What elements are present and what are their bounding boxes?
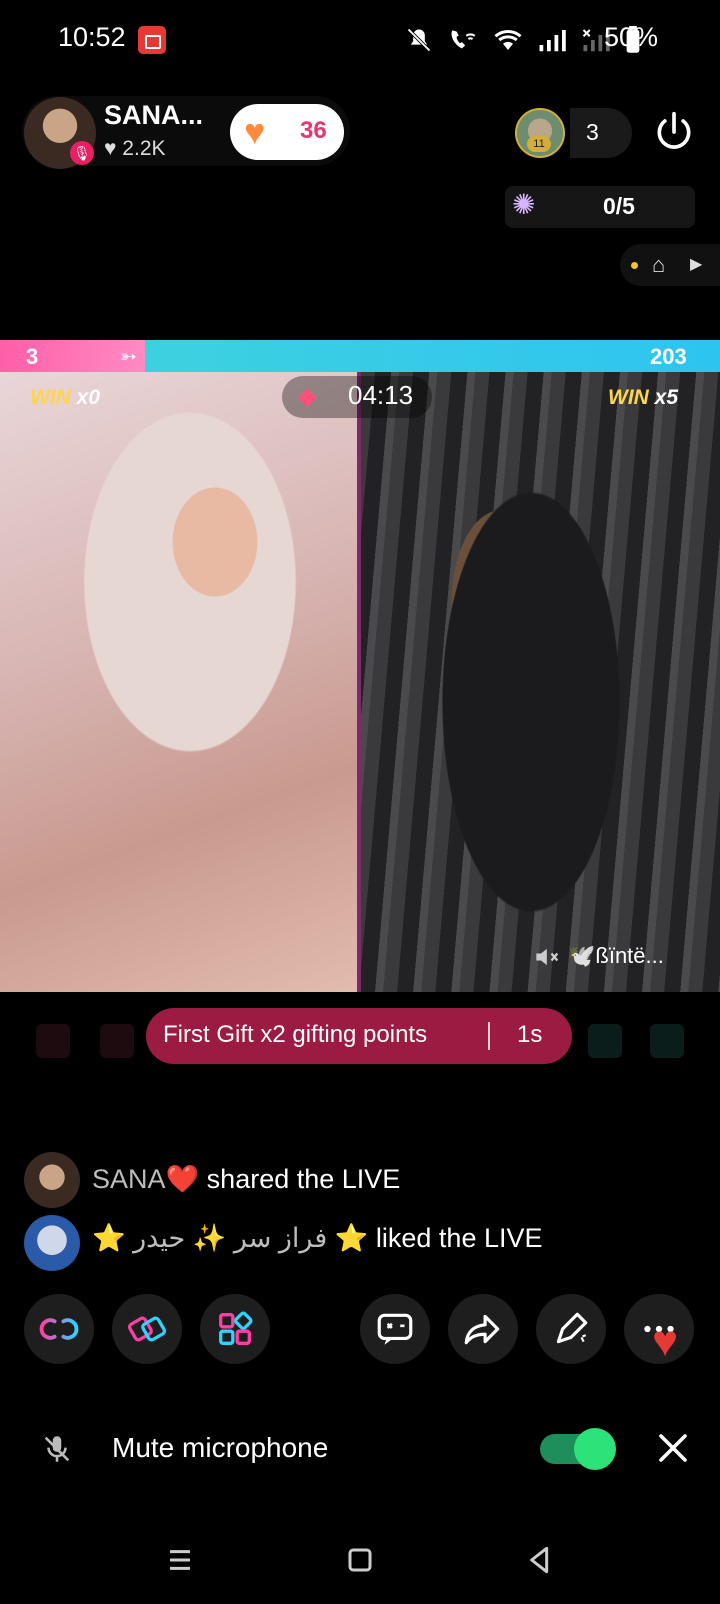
guest-seat[interactable] — [650, 1024, 684, 1058]
menu-icon[interactable] — [160, 1540, 200, 1580]
fan-club-progress: 0/5 — [603, 193, 635, 219]
host-likes: ♥ 2.2K — [104, 137, 166, 160]
microphone-off-icon — [44, 1436, 70, 1462]
home-icon[interactable] — [340, 1540, 380, 1580]
chat-action: liked the LIVE — [375, 1223, 543, 1253]
follow-count: 36 — [300, 117, 327, 144]
host-name[interactable]: SANA... — [104, 100, 203, 131]
sparkle-icon: ✺ — [512, 189, 536, 220]
link-icon — [39, 1318, 79, 1340]
share-button[interactable] — [448, 1294, 518, 1364]
apps-icon — [219, 1311, 253, 1345]
guest-seat[interactable] — [100, 1024, 134, 1058]
chat-message: SANA❤️ shared the LIVE — [92, 1163, 400, 1195]
star-icon: ⭐ — [92, 1223, 126, 1253]
battle-bar-right — [145, 340, 720, 372]
notification-dot — [631, 262, 638, 269]
video-divider — [357, 372, 361, 992]
battle-icon: ◆ — [298, 383, 317, 410]
battle-right-score: 203 — [650, 344, 687, 369]
wifi-icon — [494, 29, 522, 50]
opponent-name[interactable]: 🕊️ßïntë... — [568, 943, 664, 969]
speaker-muted-icon[interactable] — [534, 944, 562, 970]
win-count: x0 — [76, 386, 101, 409]
viewer-count-pill[interactable] — [570, 108, 632, 158]
mic-off-icon: 🎙 — [70, 141, 94, 165]
mute-microphone-label: Mute microphone — [112, 1432, 329, 1463]
guest-seat[interactable] — [36, 1024, 70, 1058]
floating-heart-icon: ♥ — [652, 1317, 679, 1366]
left-win-count: WIN x0 — [30, 386, 100, 410]
link-button[interactable] — [24, 1294, 94, 1364]
power-icon[interactable] — [652, 110, 696, 154]
mute-icon — [407, 28, 431, 52]
sparkle-icon: ✨ — [192, 1223, 227, 1253]
chat-avatar[interactable] — [24, 1152, 80, 1208]
chat-message: ⭐ فراز سر ✨ حیدر ⭐ liked the LIVE — [92, 1222, 543, 1254]
guest-seat[interactable] — [588, 1024, 622, 1058]
battle-icon — [127, 1316, 167, 1342]
effects-button[interactable] — [536, 1294, 606, 1364]
battle-timer: 04:13 — [348, 380, 414, 410]
share-icon — [464, 1314, 500, 1345]
gift-banner-divider — [488, 1022, 490, 1050]
gift-banner-text: First Gift x2 gifting points — [163, 1021, 428, 1048]
battle-button[interactable] — [112, 1294, 182, 1364]
win-label: WIN — [608, 386, 649, 409]
chat-button[interactable] — [360, 1294, 430, 1364]
opponent-video[interactable] — [361, 372, 720, 992]
status-time: 10:52 — [58, 22, 126, 52]
spark-icon: ➳ — [120, 346, 137, 368]
apps-button[interactable] — [200, 1294, 270, 1364]
host-video[interactable] — [0, 372, 358, 992]
chat-icon — [377, 1313, 413, 1345]
win-label: WIN — [30, 386, 71, 409]
wifi-calling-icon — [451, 30, 476, 49]
heart-icon: ♥ — [244, 111, 266, 152]
house-icon: ⌂ — [652, 252, 666, 277]
play-arrow-icon: ▶ — [690, 256, 703, 273]
chat-action: shared the LIVE — [206, 1164, 401, 1194]
back-icon[interactable] — [520, 1540, 560, 1580]
chat-username[interactable]: حیدر — [133, 1223, 185, 1253]
gift-banner-timer: 1s — [517, 1021, 543, 1048]
effects-pen-icon — [556, 1312, 588, 1344]
chat-username[interactable]: SANA — [92, 1164, 166, 1194]
win-count: x5 — [654, 386, 679, 409]
battery-percent: 50% — [604, 22, 659, 52]
star-icon: ⭐ — [334, 1223, 369, 1253]
screen-record-icon — [138, 26, 166, 54]
chat-emoji: ❤️ — [165, 1164, 200, 1194]
signal-icon — [539, 30, 566, 52]
right-win-count: WIN x5 — [608, 386, 678, 410]
viewer-rank-badge: 11 — [527, 136, 551, 152]
chat-avatar[interactable] — [24, 1215, 80, 1271]
chat-username[interactable]: فراز سر — [234, 1223, 327, 1253]
close-icon[interactable] — [655, 1430, 691, 1466]
viewer-count: 3 — [586, 119, 599, 145]
toggle-knob[interactable] — [574, 1428, 616, 1470]
battle-left-score: 3 — [26, 344, 39, 369]
